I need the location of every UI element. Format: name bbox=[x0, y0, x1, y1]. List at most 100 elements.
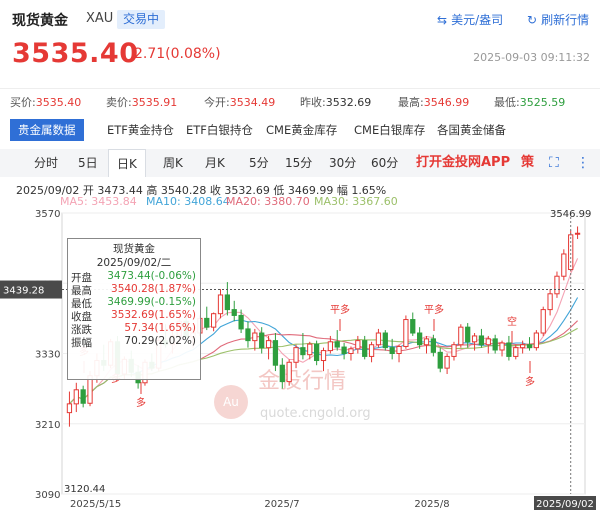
tab-intraday[interactable]: 分时 bbox=[34, 149, 58, 177]
refresh-quote-link[interactable]: ↻ 刷新行情 bbox=[527, 11, 589, 28]
quote-header: 现货黄金 XAU 交易中 ⇆ 美元/盎司 ↻ 刷新行情 3535.40 2.71(0… bbox=[0, 0, 600, 86]
signal-label: 平多 bbox=[424, 303, 444, 316]
candle-body bbox=[568, 234, 574, 271]
candle-body bbox=[540, 309, 546, 334]
tooltip-date: 2025/09/02/二 bbox=[96, 257, 172, 269]
tooltip-row-close: 收盘 3532.69(1.65%) bbox=[71, 309, 196, 323]
candle-body bbox=[533, 332, 539, 349]
candle-body bbox=[492, 338, 498, 351]
candle-body bbox=[368, 344, 375, 357]
candle-body bbox=[423, 338, 430, 346]
strategy-icon[interactable]: 策 bbox=[521, 149, 534, 177]
candle-body bbox=[506, 342, 512, 357]
quote-stats-bar: 买价:3535.40 卖价:3535.91 今开:3534.49 昨收:3532… bbox=[0, 88, 600, 110]
candle-body bbox=[417, 332, 423, 346]
candle-body bbox=[403, 319, 409, 347]
tab-5day[interactable]: 5日 bbox=[78, 149, 98, 177]
candle-body bbox=[458, 326, 464, 346]
candle-body bbox=[485, 338, 491, 346]
refresh-label: 刷新行情 bbox=[541, 13, 590, 27]
candle-body bbox=[410, 319, 416, 334]
candle-body bbox=[73, 389, 79, 405]
candle-body bbox=[348, 348, 354, 354]
y-tick-label: 3330 bbox=[35, 350, 60, 361]
tab-weekly-k[interactable]: 周K bbox=[163, 149, 183, 177]
candle-body bbox=[444, 355, 450, 369]
quote-timestamp: 2025-09-03 09:11:32 bbox=[473, 51, 590, 64]
tab-15min[interactable]: 15分 bbox=[285, 149, 312, 177]
currency-unit-link[interactable]: ⇆ 美元/盎司 bbox=[437, 11, 503, 28]
tooltip-row-change: 涨跌 57.34(1.65%) bbox=[71, 322, 196, 336]
candle-body bbox=[471, 335, 478, 343]
more-options-icon[interactable]: ⋮ bbox=[576, 149, 590, 177]
tab-gold-reserves[interactable]: 各国黄金储备 bbox=[437, 119, 506, 141]
tab-daily-k[interactable]: 日K bbox=[108, 149, 146, 177]
candle-body bbox=[334, 341, 340, 348]
tab-cme-silver[interactable]: CME白银库存 bbox=[354, 119, 425, 141]
stat-high: 最高:3546.99 bbox=[398, 96, 470, 109]
candle-body bbox=[362, 340, 368, 357]
fullscreen-icon[interactable]: ⛶ bbox=[549, 149, 559, 177]
tab-cme-gold[interactable]: CME黄金库存 bbox=[266, 119, 337, 141]
candle-body bbox=[80, 389, 86, 404]
candle-body bbox=[279, 364, 285, 383]
tab-etf-gold[interactable]: ETF黄金持仓 bbox=[107, 119, 174, 141]
trading-status-badge: 交易中 bbox=[117, 10, 166, 29]
tab-monthly-k[interactable]: 月K bbox=[205, 149, 225, 177]
candle-body bbox=[355, 340, 361, 350]
candle-body bbox=[314, 343, 320, 362]
tab-precious-metals[interactable]: 贵金属数据 bbox=[10, 119, 84, 141]
candle-body bbox=[561, 253, 567, 277]
instrument-symbol: XAU bbox=[86, 11, 114, 26]
candle-body bbox=[437, 351, 443, 369]
signal-label: 空 bbox=[507, 315, 517, 328]
tooltip-row-high: 最高 3540.28(1.87%) bbox=[71, 283, 196, 297]
tooltip-row-amplitude: 振幅 70.29(2.02%) bbox=[71, 335, 196, 349]
swap-icon: ⇆ bbox=[437, 13, 448, 27]
candle-body bbox=[389, 347, 395, 354]
tab-etf-silver[interactable]: ETF白银持仓 bbox=[186, 119, 253, 141]
y-tick-label: 3210 bbox=[35, 420, 60, 431]
instrument-title: 现货黄金 bbox=[12, 13, 68, 29]
candle-body bbox=[265, 340, 272, 349]
stat-prev-close: 昨收:3532.69 bbox=[300, 96, 372, 109]
crosshair-price-label: 3439.28 bbox=[3, 286, 44, 297]
candle-body bbox=[478, 335, 485, 346]
watermark-url: quote.cngold.org bbox=[260, 406, 371, 421]
candle-body bbox=[396, 345, 402, 355]
candle-body bbox=[211, 313, 217, 328]
price-change: 2.71(0.08%) bbox=[134, 46, 221, 62]
stat-ask: 卖价:3535.91 bbox=[106, 96, 178, 109]
candle-body bbox=[520, 344, 526, 349]
tab-5min[interactable]: 5分 bbox=[249, 149, 269, 177]
candle-body bbox=[272, 340, 279, 366]
candle-body bbox=[66, 403, 73, 414]
tab-60min[interactable]: 60分 bbox=[371, 149, 398, 177]
refresh-icon: ↻ bbox=[527, 13, 538, 27]
candle-body bbox=[430, 338, 436, 353]
candle-body bbox=[465, 326, 471, 343]
x-tick-label: 2025/7 bbox=[264, 499, 299, 510]
candle-body bbox=[320, 350, 327, 362]
candle-body bbox=[224, 294, 230, 311]
candle-body bbox=[252, 332, 258, 342]
tooltip-row-open: 开盘 3473.44(-0.06%) bbox=[71, 270, 196, 284]
candle-body bbox=[286, 361, 292, 383]
signal-label: 多 bbox=[525, 375, 535, 388]
stat-low: 最低:3525.59 bbox=[494, 96, 566, 109]
watermark-text: 金投行情 bbox=[258, 369, 346, 394]
candle-body bbox=[217, 294, 224, 315]
candle-body bbox=[375, 332, 382, 346]
watermark-logo: Au bbox=[223, 395, 239, 409]
high-label: 3546.99 bbox=[550, 209, 591, 220]
candle-body bbox=[293, 347, 299, 363]
candle-body bbox=[259, 332, 265, 349]
signal-label: 多 bbox=[136, 396, 146, 409]
y-tick-label: 3090 bbox=[35, 490, 60, 501]
candle-body bbox=[547, 293, 553, 311]
tab-30min[interactable]: 30分 bbox=[329, 149, 356, 177]
x-tick-label: 2025/09/02 bbox=[536, 499, 594, 510]
candle-body bbox=[204, 317, 210, 328]
candle-body bbox=[499, 342, 505, 351]
open-app-link[interactable]: 打开金投网APP bbox=[416, 149, 510, 177]
